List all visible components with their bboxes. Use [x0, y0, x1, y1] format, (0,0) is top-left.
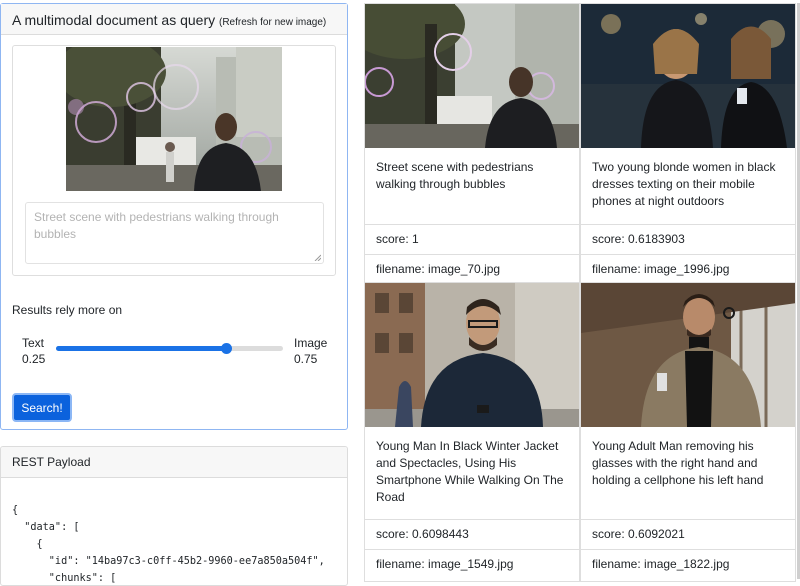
- result-filename: filename: image_70.jpg: [365, 254, 579, 284]
- slider-fill: [56, 346, 227, 351]
- result-image[interactable]: [365, 283, 579, 427]
- query-text-value: Street scene with pedestrians walking th…: [34, 210, 279, 241]
- result-filename: filename: image_1822.jpg: [581, 549, 795, 579]
- result-score: score: 1: [365, 224, 579, 254]
- query-card: A multimodal document as query (Refresh …: [0, 3, 348, 430]
- query-image: [66, 47, 282, 191]
- result-caption: Young Man In Black Winter Jacket and Spe…: [376, 439, 564, 504]
- result-score: score: 0.6098443: [365, 519, 579, 549]
- refresh-hint: (Refresh for new image): [219, 17, 327, 28]
- text-weight-value: 0.25: [22, 352, 46, 366]
- result-image[interactable]: [581, 4, 795, 148]
- women-texting-thumbnail: [581, 4, 795, 148]
- result-caption: Two young blonde women in black dresses …: [592, 160, 776, 208]
- image-weight-label: Image 0.75: [294, 335, 327, 367]
- result-card[interactable]: Two young blonde women in black dresses …: [580, 3, 796, 285]
- slider-thumb[interactable]: [221, 343, 233, 354]
- result-card[interactable]: Young Adult Man removing his glasses wit…: [580, 282, 796, 582]
- payload-card: REST Payload { "data": [ { "id": "14ba97…: [0, 446, 348, 586]
- search-button[interactable]: Search!: [12, 393, 72, 422]
- payload-line: {: [12, 539, 43, 550]
- text-weight-label: Text 0.25: [22, 335, 45, 367]
- man-winter-jacket-thumbnail: [365, 283, 579, 427]
- result-caption: Young Adult Man removing his glasses wit…: [592, 439, 764, 487]
- result-image[interactable]: [365, 4, 579, 148]
- result-image[interactable]: [581, 283, 795, 427]
- image-label: Image: [294, 336, 328, 350]
- result-score: score: 0.6183903: [581, 224, 795, 254]
- result-card[interactable]: Street scene with pedestrians walking th…: [364, 3, 580, 285]
- result-score: score: 0.6092021: [581, 519, 795, 549]
- query-document: Street scene with pedestrians walking th…: [12, 45, 336, 276]
- payload-code: { "data": [ { "id": "14ba97c3-c0ff-45b2-…: [1, 478, 347, 585]
- query-card-header: A multimodal document as query (Refresh …: [1, 4, 347, 35]
- payload-line: "id": "14ba97c3-c0ff-45b2-9960-ee7a850a5…: [12, 556, 325, 567]
- resize-grip-icon[interactable]: [314, 254, 321, 261]
- image-weight-value: 0.75: [294, 352, 318, 366]
- payload-title: REST Payload: [1, 447, 347, 478]
- payload-line: "data": [: [12, 522, 80, 533]
- result-caption: Street scene with pedestrians walking th…: [376, 160, 534, 191]
- query-card-title: A multimodal document as query: [12, 12, 216, 28]
- payload-line: {: [12, 505, 19, 516]
- rely-label: Results rely more on: [12, 303, 123, 317]
- text-label: Text: [22, 336, 45, 350]
- street-bubbles-image: [66, 47, 282, 191]
- result-card[interactable]: Young Man In Black Winter Jacket and Spe…: [364, 282, 580, 582]
- street-bubbles-thumbnail: [365, 4, 579, 148]
- modality-weight-slider[interactable]: [56, 343, 283, 354]
- man-removing-glasses-thumbnail: [581, 283, 795, 427]
- query-text-input[interactable]: Street scene with pedestrians walking th…: [25, 202, 324, 264]
- result-filename: filename: image_1996.jpg: [581, 254, 795, 284]
- result-filename: filename: image_1549.jpg: [365, 549, 579, 579]
